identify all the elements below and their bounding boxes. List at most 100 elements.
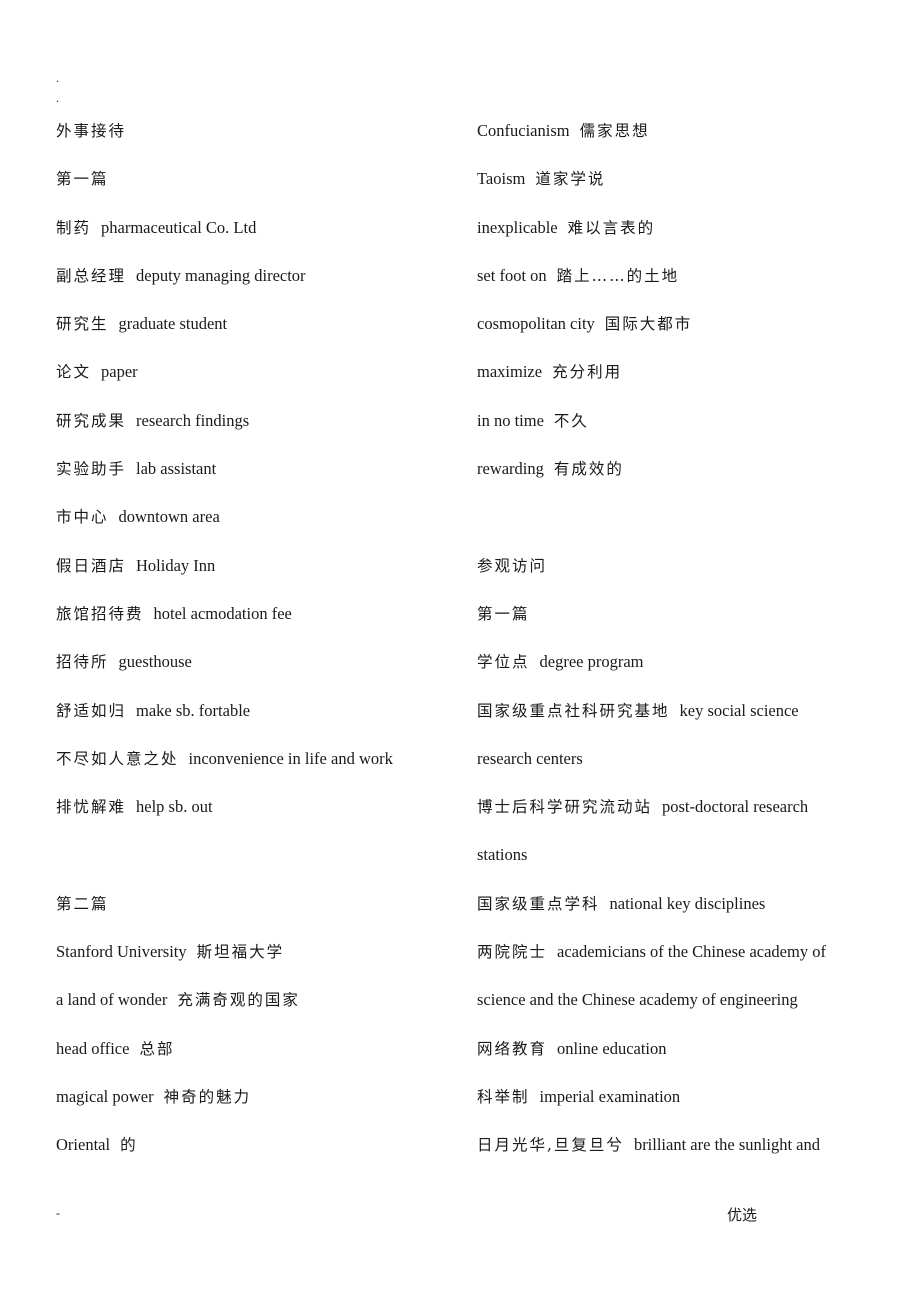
english-term: imperial examination <box>539 1086 681 1106</box>
vocab-entry: 国家级重点学科 national key disciplines <box>477 891 887 939</box>
english-term: magical power <box>56 1086 154 1106</box>
chinese-term: 市中心 <box>56 508 109 527</box>
chinese-term: 国家级重点社科研究基地 <box>477 701 670 720</box>
chinese-term: 总部 <box>139 1039 175 1058</box>
english-term: national key disciplines <box>609 893 766 913</box>
vocab-entry: magical power 神奇的魅力 <box>56 1084 476 1132</box>
chinese-term: 两院院士 <box>477 943 548 962</box>
english-term: Confucianism <box>477 121 570 140</box>
english-term: cosmopolitan city <box>477 314 595 334</box>
chinese-term: 排忧解难 <box>56 798 127 817</box>
vocab-entry: Confucianism 儒家思想 <box>477 118 887 166</box>
vocab-entry: inexplicable 难以言表的 <box>477 215 887 263</box>
english-term: inconvenience in life and work <box>188 748 393 768</box>
chinese-term: 舒适如归 <box>56 701 127 720</box>
heading-text: 第一篇 <box>56 170 109 189</box>
chinese-term: 充满奇观的国家 <box>177 991 300 1010</box>
vocab-entry: 科举制 imperial examination <box>477 1084 887 1132</box>
header-mark: . <box>56 91 59 105</box>
english-term: paper <box>101 362 138 382</box>
section-heading: 参观访问 <box>477 553 887 601</box>
section-heading: 第一篇 <box>477 601 887 649</box>
chinese-term: 神奇的魅力 <box>163 1087 252 1106</box>
right-column: Confucianism 儒家思想 Taoism 道家学说 inexplicable 难以… <box>477 118 887 1181</box>
chinese-term: 制药 <box>56 218 92 237</box>
chinese-term: 的 <box>120 1136 138 1155</box>
section-heading: 第二篇 <box>56 891 476 939</box>
english-term: degree program <box>539 652 644 672</box>
vocab-entry: 排忧解难 help sb. out <box>56 794 476 842</box>
vocab-entry: 研究生 graduate student <box>56 311 476 359</box>
header-mark: . <box>56 71 59 85</box>
vocab-entry: maximize 充分利用 <box>477 359 887 407</box>
vocab-entry: set foot on 踏上……的土地 <box>477 263 887 311</box>
continuation-text: stations <box>477 845 528 865</box>
heading-text: 第一篇 <box>477 604 530 623</box>
english-term: lab assistant <box>136 459 217 479</box>
vocab-entry: 日月光华,旦复旦兮 brilliant are the sunlight and <box>477 1132 887 1180</box>
vocab-entry: 网络教育 online education <box>477 1036 887 1084</box>
vocab-entry: Stanford University 斯坦福大学 <box>56 939 476 987</box>
english-term: guesthouse <box>118 652 192 672</box>
english-term: inexplicable <box>477 217 558 237</box>
section-heading: 外事接待 <box>56 118 476 166</box>
continuation-line: science and the Chinese academy of engin… <box>477 987 887 1035</box>
continuation-text: science and the Chinese academy of engin… <box>477 990 798 1010</box>
english-term: key social science <box>679 700 799 720</box>
chinese-term: 斯坦福大学 <box>196 943 285 962</box>
continuation-line: research centers <box>477 746 887 794</box>
chinese-term: 难以言表的 <box>567 218 656 237</box>
chinese-term: 研究生 <box>56 315 109 334</box>
vocab-entry: rewarding 有成效的 <box>477 456 887 504</box>
vocab-entry: 招待所 guesthouse <box>56 649 476 697</box>
chinese-term: 国家级重点学科 <box>477 894 600 913</box>
english-term: set foot on <box>477 265 547 285</box>
english-term: Oriental <box>56 1135 111 1155</box>
english-term: in no time <box>477 410 544 430</box>
chinese-term: 充分利用 <box>552 363 623 382</box>
vocab-entry: Oriental 的 <box>56 1132 476 1180</box>
vocab-entry: 旅馆招待费 hotel acmodation fee <box>56 601 476 649</box>
english-term: deputy managing director <box>136 265 306 285</box>
english-term: Stanford University <box>56 942 187 962</box>
chinese-term: 道家学说 <box>535 170 606 189</box>
chinese-term: 有成效的 <box>553 460 624 479</box>
vocab-entry: 学位点 degree program <box>477 649 887 697</box>
section-heading: 第一篇 <box>56 166 476 214</box>
left-column: 外事接待第一篇制药 pharmaceutical Co. Ltd 副总经理 deput… <box>56 118 476 1181</box>
vocab-entry: 两院院士 academicians of the Chinese academy … <box>477 939 887 987</box>
vocab-entry: a land of wonder 充满奇观的国家 <box>56 987 476 1035</box>
chinese-term: 研究成果 <box>56 411 127 430</box>
chinese-term: 副总经理 <box>56 266 127 285</box>
vocab-entry: head office 总部 <box>56 1036 476 1084</box>
footer-right-label: 优选 <box>727 1206 758 1224</box>
english-term: research findings <box>136 410 250 430</box>
english-term: pharmaceutical Co. Ltd <box>101 217 257 237</box>
english-term: head office <box>56 1038 130 1058</box>
vocab-entry: cosmopolitan city 国际大都市 <box>477 311 887 359</box>
english-term: downtown area <box>118 507 220 527</box>
vocab-entry: 不尽如人意之处 inconvenience in life and work <box>56 746 476 794</box>
chinese-term: 论文 <box>56 363 92 382</box>
vocab-entry: 论文 paper <box>56 359 476 407</box>
chinese-term: 国际大都市 <box>604 315 693 334</box>
chinese-term: 博士后科学研究流动站 <box>477 798 653 817</box>
chinese-term: 日月光华,旦复旦兮 <box>477 1136 624 1155</box>
english-term: rewarding <box>477 459 544 479</box>
english-term: a land of wonder <box>56 990 168 1010</box>
vocab-entry: 实验助手 lab assistant <box>56 456 476 504</box>
footer-left-mark: - <box>56 1206 60 1220</box>
english-term: make sb. fortable <box>136 700 251 720</box>
chinese-term: 实验助手 <box>56 460 127 479</box>
chinese-term: 不久 <box>553 411 589 430</box>
vocab-entry: 国家级重点社科研究基地 key social science <box>477 698 887 746</box>
heading-text: 参观访问 <box>477 556 548 575</box>
chinese-term: 踏上……的土地 <box>556 266 680 285</box>
vocab-entry: 假日酒店 Holiday Inn <box>56 553 476 601</box>
english-term: help sb. out <box>136 797 213 817</box>
chinese-term: 不尽如人意之处 <box>56 749 179 768</box>
chinese-term: 假日酒店 <box>56 556 127 575</box>
english-term: Taoism <box>477 169 526 189</box>
chinese-term: 旅馆招待费 <box>56 604 144 623</box>
